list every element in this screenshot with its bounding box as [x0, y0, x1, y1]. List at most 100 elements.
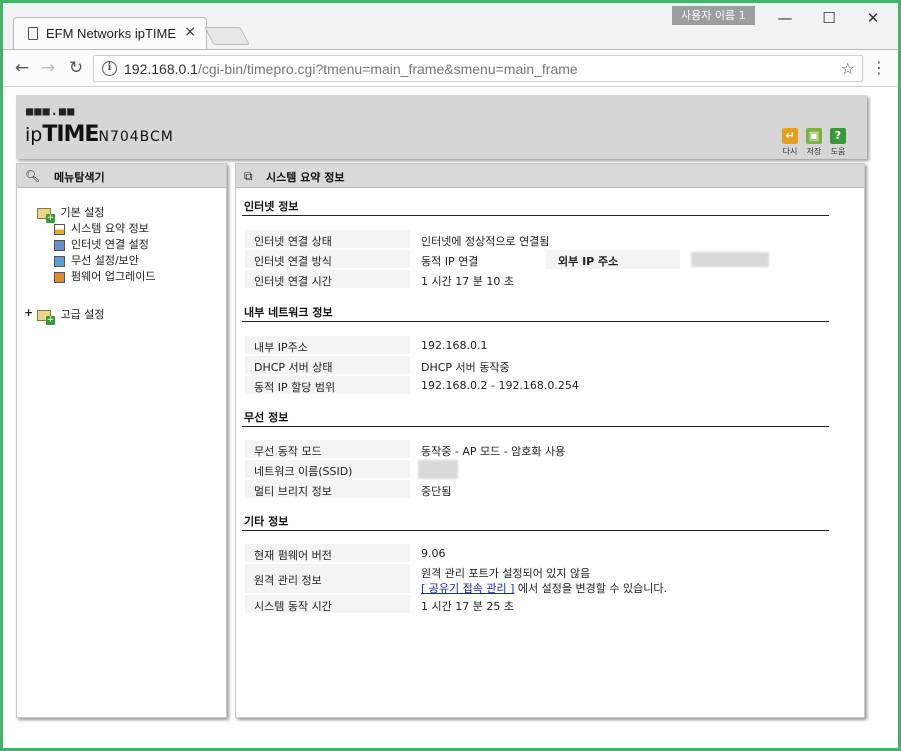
- info-row: 네트워크 이름(SSID): [245, 460, 829, 479]
- tree-folder-label: 기본 설정: [60, 206, 105, 219]
- undo-icon: ↵: [782, 128, 798, 144]
- row-value: 1 시간 17 분 25 초: [421, 600, 514, 613]
- row-key: 인터넷 연결 시간: [254, 275, 332, 288]
- logo-ip: ip: [25, 124, 43, 146]
- row-value: 9.06: [421, 547, 446, 560]
- info-row: 인터넷 연결 상태 인터넷에 정상적으로 연결됨: [245, 230, 829, 249]
- section-divider: [242, 321, 829, 322]
- refresh-button[interactable]: ↵ 다시: [779, 128, 801, 157]
- info-row: 멀티 브리지 정보 중단됨: [245, 480, 829, 499]
- tab-title: EFM Networks ipTIME N: [46, 26, 176, 41]
- section-divider: [242, 530, 829, 531]
- row-key: DHCP 서버 상태: [254, 361, 333, 374]
- monitor-icon: [54, 239, 65, 251]
- tree-item-label: 인터넷 연결 설정: [71, 238, 149, 251]
- tree-item-label: 펌웨어 업그레이드: [71, 270, 156, 283]
- remote-mgmt-hint: [ 공유기 접속 관리 ] 에서 설정을 변경할 수 있습니다.: [421, 580, 667, 596]
- menu-dots-icon[interactable]: ⋮: [869, 58, 889, 78]
- row-value: 192.168.0.2 - 192.168.0.254: [421, 379, 579, 392]
- tree-folder-basic[interactable]: 기본 설정: [17, 204, 226, 223]
- url-path: /cgi-bin/timepro.cgi?tmenu=main_frame&sm…: [197, 61, 578, 77]
- internet-section-title: 인터넷 정보: [244, 200, 299, 213]
- lan-section-title: 내부 네트워크 정보: [244, 306, 333, 319]
- hint-suffix: 에서 설정을 변경할 수 있습니다.: [514, 582, 667, 595]
- row-key: 원격 관리 정보: [254, 574, 322, 587]
- expand-icon[interactable]: +: [24, 306, 33, 319]
- tree-item-system-summary[interactable]: 시스템 요약 정보: [17, 220, 226, 236]
- browser-tab[interactable]: EFM Networks ipTIME N ×: [13, 17, 207, 49]
- row-key: 멀티 브리지 정보: [254, 485, 332, 498]
- tree-item-wireless-security[interactable]: 무선 설정/보안: [17, 252, 226, 268]
- browser-window: EFM Networks ipTIME N × 사용자 이름 1 — ☐ ✕ ←…: [3, 3, 898, 748]
- firmware-icon: [54, 271, 65, 283]
- info-icon[interactable]: i: [102, 61, 117, 76]
- row-value: 중단됨: [421, 485, 452, 498]
- menu-explorer-panel: 🔍︎ 메뉴탐색기 기본 설정 시스템 요약 정보 인터넷 연결 설정 무선 설정…: [16, 163, 227, 718]
- search-icon: 🔍︎: [25, 169, 41, 183]
- help-button[interactable]: ? 도움: [827, 128, 849, 157]
- browser-toolbar: ← → ↻ i 192.168.0.1/cgi-bin/timepro.cgi?…: [3, 49, 898, 87]
- title-bar: EFM Networks ipTIME N × 사용자 이름 1 — ☐ ✕: [3, 3, 898, 49]
- refresh-label: 다시: [782, 147, 798, 156]
- tree-folder-label: 고급 설정: [60, 308, 105, 321]
- url-text[interactable]: 192.168.0.1/cgi-bin/timepro.cgi?tmenu=ma…: [124, 61, 578, 77]
- row-key: 무선 동작 모드: [254, 445, 322, 458]
- redacted-ssid: [418, 460, 458, 479]
- arrow-right-icon[interactable]: →: [37, 58, 59, 78]
- help-label: 도움: [830, 147, 846, 156]
- star-icon[interactable]: ☆: [841, 59, 855, 78]
- info-row: 내부 IP주소 192.168.0.1: [245, 336, 829, 355]
- tree-folder-advanced[interactable]: + 고급 설정: [17, 306, 226, 325]
- wifi-icon: [54, 255, 65, 267]
- tree-item-label: 무선 설정/보안: [71, 254, 139, 267]
- redacted-ip: [691, 252, 769, 267]
- row-key: 시스템 동작 시간: [254, 600, 332, 613]
- section-divider: [242, 215, 829, 216]
- info-row: 인터넷 연결 시간 1 시간 17 분 10 초: [245, 270, 829, 289]
- info-row: 현재 펌웨어 버전 9.06: [245, 544, 829, 563]
- reload-icon[interactable]: ↻: [65, 58, 87, 78]
- menu-explorer-title: 메뉴탐색기: [54, 171, 105, 184]
- folder-icon: [37, 207, 55, 223]
- new-tab-button[interactable]: [204, 27, 250, 45]
- url-host: 192.168.0.1: [124, 61, 198, 77]
- address-bar[interactable]: i 192.168.0.1/cgi-bin/timepro.cgi?tmenu=…: [93, 55, 863, 82]
- page-icon: [28, 27, 38, 40]
- row-value: DHCP 서버 동작중: [421, 361, 510, 374]
- row-value: 원격 관리 포트가 설정되어 있지 않음: [421, 567, 591, 580]
- summary-title: 시스템 요약 정보: [266, 171, 345, 184]
- wireless-section-title: 무선 정보: [244, 411, 289, 424]
- arrow-left-icon[interactable]: ←: [11, 58, 33, 78]
- profile-button[interactable]: 사용자 이름 1: [672, 6, 755, 25]
- maximize-button[interactable]: ☐: [807, 5, 851, 31]
- tab-close-icon[interactable]: ×: [184, 24, 196, 40]
- tree-item-firmware-upgrade[interactable]: 펌웨어 업그레이드: [17, 268, 226, 284]
- section-divider: [242, 426, 829, 427]
- info-row: 인터넷 연결 방식 동적 IP 연결 외부 IP 주소: [245, 250, 829, 269]
- info-row: DHCP 서버 상태 DHCP 서버 동작중: [245, 356, 829, 375]
- close-window-button[interactable]: ✕: [851, 5, 895, 31]
- save-label: 저장: [806, 147, 822, 156]
- info-row: 무선 동작 모드 동작중 - AP 모드 - 암호화 사용: [245, 440, 829, 459]
- tree-item-internet-settings[interactable]: 인터넷 연결 설정: [17, 236, 226, 252]
- menu-explorer-header: 🔍︎ 메뉴탐색기: [17, 164, 226, 188]
- row-key: 인터넷 연결 상태: [254, 235, 332, 248]
- model-name: N704BCM: [98, 129, 174, 145]
- router-header: ■■■.■■ ipTIMEN704BCM ↵ 다시 ▣ 저장 ? 도움: [16, 95, 867, 159]
- row-key: 동적 IP 할당 범위: [254, 381, 336, 394]
- logo-mark: ■■■.■■: [26, 104, 76, 118]
- info-row: 동적 IP 할당 범위 192.168.0.2 - 192.168.0.254: [245, 376, 829, 395]
- folder-icon: [37, 309, 55, 325]
- router-access-link[interactable]: [ 공유기 접속 관리 ]: [421, 582, 514, 595]
- tree-item-label: 시스템 요약 정보: [71, 222, 149, 235]
- save-button[interactable]: ▣ 저장: [803, 128, 825, 157]
- row-key: 인터넷 연결 방식: [254, 255, 332, 268]
- logo-time: TIME: [42, 122, 99, 147]
- minimize-button[interactable]: —: [763, 5, 807, 31]
- menu-tree: 기본 설정 시스템 요약 정보 인터넷 연결 설정 무선 설정/보안 펌웨어 업…: [17, 204, 226, 325]
- window-icon: ⧉: [244, 169, 253, 183]
- info-row: 원격 관리 정보 원격 관리 포트가 설정되어 있지 않음 [ 공유기 접속 관…: [245, 564, 829, 596]
- row-value: 192.168.0.1: [421, 339, 488, 352]
- row-value: 동작중 - AP 모드 - 암호화 사용: [421, 445, 566, 458]
- row-value: 인터넷에 정상적으로 연결됨: [421, 235, 550, 248]
